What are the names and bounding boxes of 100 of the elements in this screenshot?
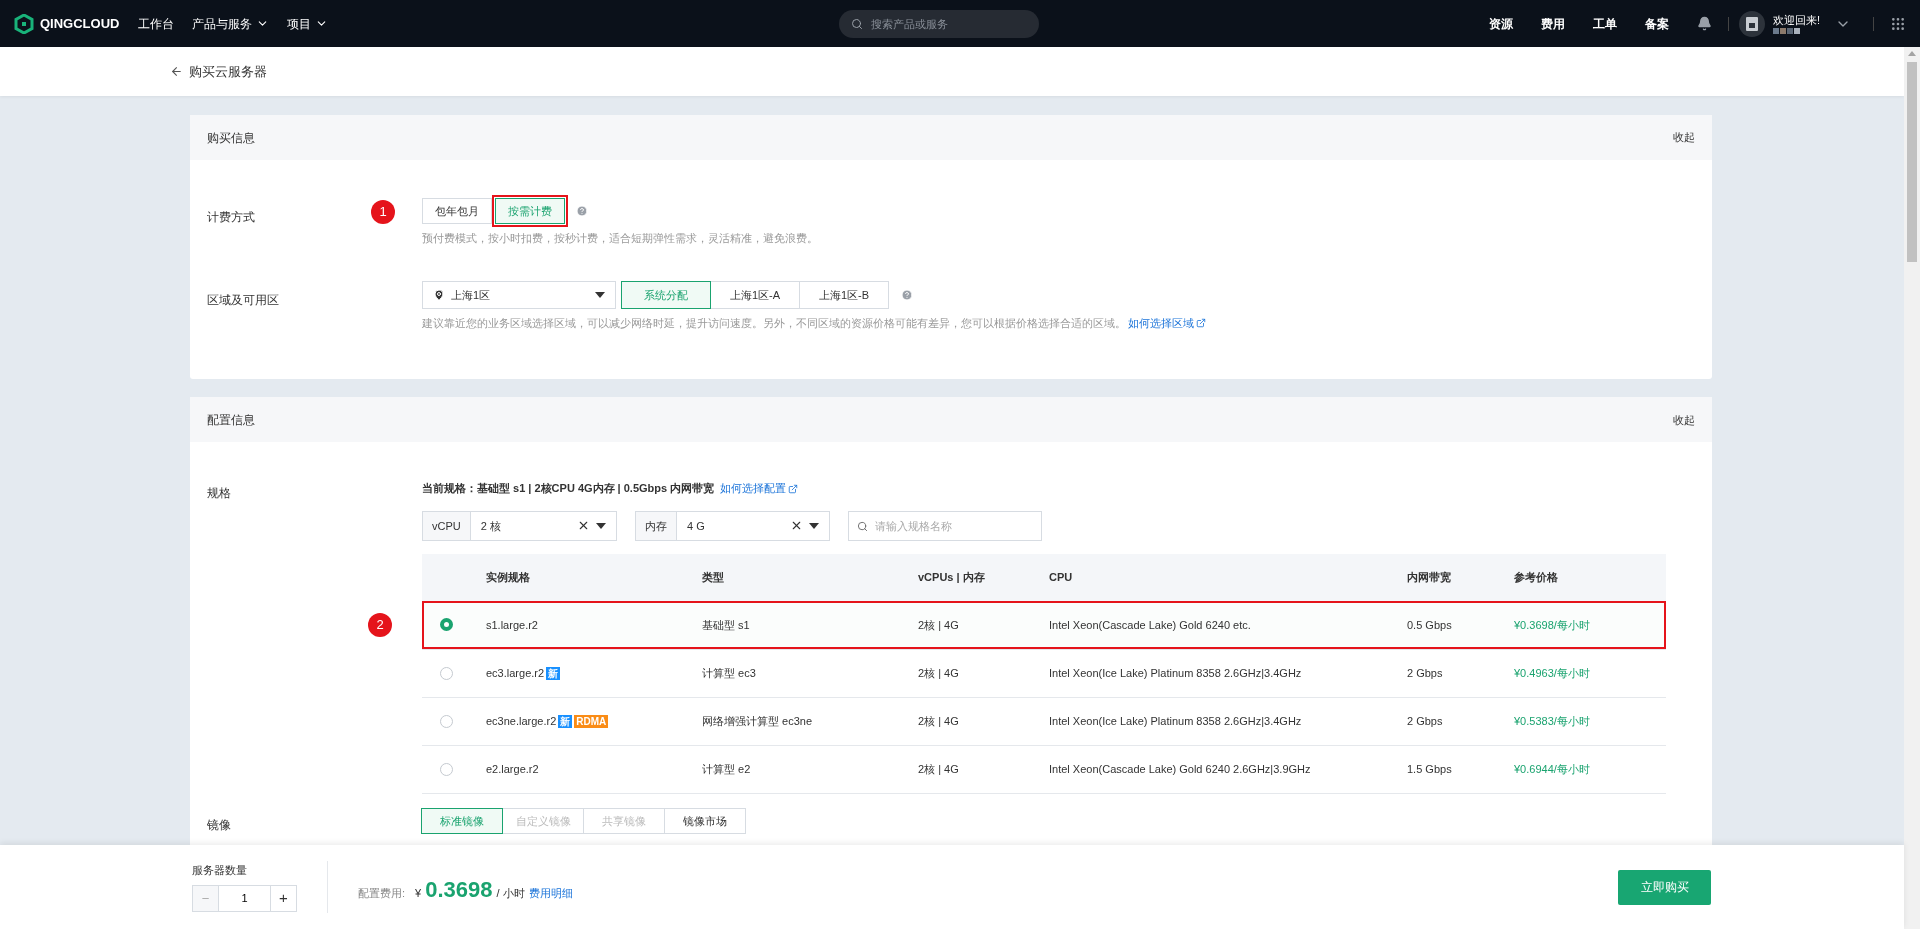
filter-value: 4 G <box>686 518 706 534</box>
spec-search-field[interactable]: 请输入规格名称 <box>848 510 1042 541</box>
quantity-label: 服务器数量 <box>192 863 248 879</box>
field-label: 计费方式 <box>207 210 255 224</box>
search-field[interactable]: 搜索产品或服务 <box>838 9 1039 38</box>
table-cell-text: ¥0.3698/每小时 <box>1514 617 1591 633</box>
redacted-username <box>1773 27 1800 34</box>
billing-option[interactable]: 包年包月 <box>422 198 492 225</box>
current-spec-text: 当前规格：基础型 s1 | 2核CPU 4G内存 | 0.5Gbps 内网带宽 <box>422 481 715 497</box>
column-header: 内网带宽 <box>1407 570 1452 585</box>
table-cell-text: 2核 | 4G <box>918 714 960 729</box>
table-cell-text: Intel Xeon(Cascade Lake) Gold 6240 2.6GHz|3.9GHz <box>1049 762 1312 777</box>
table-cell-text: 2 Gbps <box>1407 666 1444 681</box>
location-pin-icon <box>433 288 445 301</box>
quantity-stepper[interactable]: − 1 + <box>192 884 297 912</box>
page-title: 购买云服务器 <box>189 62 267 81</box>
nav-menu-item[interactable]: 项目 <box>287 14 328 33</box>
logo-text: QINGCLOUD <box>40 14 120 33</box>
field-label: 规格 <box>207 486 231 501</box>
scroll-up-arrow-icon[interactable] <box>1908 51 1916 56</box>
tag: 新 <box>558 714 573 728</box>
search-icon <box>857 520 868 532</box>
table-cell-text: 2核 | 4G <box>918 762 960 777</box>
annotation-marker: 2 <box>368 612 392 637</box>
nav-link[interactable]: 备案 <box>1645 14 1669 33</box>
column-header: 参考价格 <box>1514 570 1559 585</box>
column-header: 类型 <box>702 570 725 585</box>
help-icon[interactable] <box>901 288 913 301</box>
price-value: 0.3698 <box>425 875 493 904</box>
search-icon <box>850 17 863 30</box>
collapse-link[interactable]: 收起 <box>1673 411 1695 428</box>
table-cell-text: 计算型 ec3 <box>702 666 757 681</box>
field-label: 区域及可用区 <box>207 292 279 307</box>
external-link-icon <box>1196 318 1206 328</box>
nav-menu-item[interactable]: 工作台 <box>138 14 174 33</box>
greeting-text: 欢迎回来! <box>1773 13 1822 26</box>
caret-icon <box>809 522 819 529</box>
filter-select[interactable]: vCPU 2 核 <box>422 510 617 541</box>
table-cell-text: 0.5 Gbps <box>1407 617 1453 633</box>
table-cell-text: 网络增强计算型 ec3ne <box>702 714 814 729</box>
table-cell-text: Intel Xeon(Cascade Lake) Gold 6240 etc. <box>1049 617 1252 633</box>
table-cell-text: 基础型 s1 <box>702 617 751 633</box>
increment-button[interactable]: + <box>270 885 296 911</box>
table-cell-text: s1.large.r2 <box>486 617 538 633</box>
filter-value: 2 核 <box>479 518 502 534</box>
apps-grid-icon[interactable] <box>1890 15 1906 32</box>
table-cell-text: ¥0.4963/每小时 <box>1514 666 1591 681</box>
price-unit: / 小时 <box>496 885 525 901</box>
nav-link[interactable]: 工单 <box>1593 14 1617 33</box>
currency-symbol: ¥ <box>415 885 422 901</box>
caret-icon <box>596 522 606 529</box>
annotation-marker: 1 <box>371 200 395 224</box>
zone-option[interactable]: 上海1区-A <box>710 280 800 309</box>
column-header: CPU <box>1049 570 1074 585</box>
avatar[interactable] <box>1739 10 1765 37</box>
table-cell-text: 2核 | 4G <box>918 617 960 633</box>
scrollbar[interactable] <box>1904 47 1920 929</box>
table-cell-text: Intel Xeon(Ice Lake) Platinum 8358 2.6GHz|3.4GHz <box>1049 666 1303 681</box>
filter-label: vCPU <box>423 511 471 540</box>
external-link-icon <box>788 483 799 494</box>
price-label: 配置费用: <box>358 885 406 901</box>
radio-button[interactable] <box>440 618 453 632</box>
region-hint: 建议靠近您的业务区域选择区域，可以减少网络时延，提升访问速度。另外，不同区域的资源价格可能有差异，您可以根据价格选择合适的区域。 <box>422 315 1126 331</box>
help-link[interactable]: 如何选择区域 <box>1128 314 1206 332</box>
caret-icon <box>595 291 605 298</box>
spec-row[interactable]: ec3ne.large.r2 新 RDMA 网络增强计算型 ec3ne 2核 | 4G Intel Xeon(Ice Lake) Platinum 8358 2.6GHz|3.4GHz 2 Gbps ¥0.5383/每小时 <box>422 696 1666 745</box>
column-header: vCPUs | 内存 <box>918 570 986 585</box>
table-cell-text: ¥0.5383/每小时 <box>1514 714 1591 729</box>
table-cell-text: e2.large.r2 <box>486 762 539 777</box>
nav-link[interactable]: 资源 <box>1489 14 1513 33</box>
tag: RDMA <box>574 714 609 728</box>
nav-menu-item[interactable]: 产品与服务 <box>192 14 269 33</box>
filter-select[interactable]: 内存 4 G <box>635 510 830 541</box>
help-link[interactable]: 如何选择配置 <box>720 480 799 497</box>
nav-link[interactable]: 费用 <box>1541 14 1565 33</box>
table-cell-text: 1.5 Gbps <box>1407 762 1453 777</box>
table-cell-text: 2核 | 4G <box>918 666 960 681</box>
collapse-link[interactable]: 收起 <box>1673 129 1695 146</box>
card-title: 配置信息 <box>207 411 255 429</box>
back-arrow-icon[interactable] <box>170 65 183 78</box>
logo-icon <box>14 13 34 34</box>
spec-row[interactable]: e2.large.r2 计算型 e2 2核 | 4G Intel Xeon(Cascade Lake) Gold 6240 2.6GHz|3.9GHz 1.5 Gbps ¥0.6944/每小时 <box>422 744 1666 793</box>
column-header: 实例规格 <box>486 570 531 585</box>
bell-icon[interactable] <box>1697 16 1712 31</box>
cost-detail-link[interactable]: 费用明细 <box>528 884 573 901</box>
scrollbar-thumb[interactable] <box>1907 62 1917 262</box>
filter-label: 内存 <box>636 511 677 540</box>
image-tab[interactable]: 镜像市场 <box>664 807 746 834</box>
card-title: 购买信息 <box>207 129 255 147</box>
field-label: 镜像 <box>207 817 231 832</box>
table-cell-text: ec3.large.r2 <box>486 666 545 681</box>
user-badge-icon <box>1746 16 1758 31</box>
table-cell-text: 2 Gbps <box>1407 714 1444 729</box>
tag: 新 <box>546 666 561 680</box>
region-select[interactable]: 上海1区 <box>422 280 616 309</box>
help-icon[interactable] <box>576 205 588 218</box>
table-cell-text: ¥0.6944/每小时 <box>1514 762 1591 777</box>
billing-hint: 预付费模式，按小时扣费，按秒计费，适合短期弹性需求，灵活精准，避免浪费。 <box>422 231 818 247</box>
spec-row[interactable]: ec3.large.r2 新 计算型 ec3 2核 | 4G Intel Xeon(Ice Lake) Platinum 8358 2.6GHz|3.4GHz 2 Gbps ¥0.4963/每小时 <box>422 648 1666 697</box>
zone-option[interactable]: 上海1区-B <box>799 280 889 309</box>
